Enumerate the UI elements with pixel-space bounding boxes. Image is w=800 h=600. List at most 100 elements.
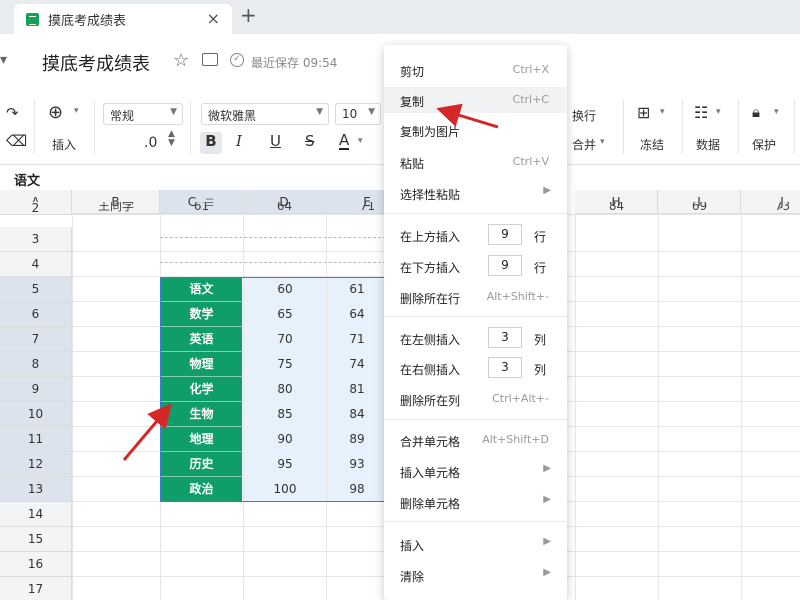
- row-header-6[interactable]: 6: [0, 302, 72, 327]
- menu-label: 删除所在列: [400, 394, 461, 408]
- document-title[interactable]: 摸底考成绩表: [42, 50, 150, 76]
- table-cell[interactable]: 69: [658, 202, 741, 215]
- lock-icon[interactable]: 🔒︎: [752, 103, 760, 121]
- protect-label[interactable]: 保护: [752, 136, 776, 153]
- menu-label: 删除所在行: [400, 292, 461, 306]
- data-label[interactable]: 数据: [696, 136, 720, 153]
- decimal-label[interactable]: .0: [144, 135, 157, 151]
- eraser-icon[interactable]: ⌫: [6, 132, 27, 150]
- table-cell[interactable]: 73: [741, 202, 800, 215]
- menu-item-insert-cell[interactable]: 插入单元格 ▶: [384, 458, 567, 484]
- redo-icon[interactable]: ↷: [6, 104, 19, 122]
- menu-item-insert-below[interactable]: 在下方插入 9 行: [384, 253, 567, 279]
- grid-line: [658, 214, 659, 600]
- chevron-down-icon: ▼: [316, 107, 323, 117]
- row-header-5[interactable]: 5: [0, 277, 72, 302]
- row-header-14[interactable]: 14: [0, 502, 72, 527]
- menu-label: 清除: [400, 570, 425, 584]
- number-format-select[interactable]: 常规 ▼: [103, 103, 183, 125]
- star-icon[interactable]: ☆: [173, 50, 189, 71]
- menu-item-insert-left[interactable]: 在左侧插入 3 列: [384, 325, 567, 351]
- protect-dropdown-icon[interactable]: ▾: [774, 107, 779, 117]
- chevron-down-icon: ▼: [170, 107, 177, 117]
- insert-plus-icon[interactable]: ⊕: [48, 102, 63, 123]
- row-header-3[interactable]: 3: [0, 227, 72, 252]
- row-header-4[interactable]: 4: [0, 252, 72, 277]
- merge-dropdown-icon[interactable]: ▾: [600, 137, 605, 147]
- save-status: 最近保存 09:54: [251, 56, 338, 70]
- submenu-arrow-icon: ▶: [543, 185, 551, 196]
- menu-item-paste[interactable]: 粘贴 Ctrl+V: [384, 149, 567, 175]
- close-tab-icon[interactable]: ×: [207, 9, 220, 28]
- menu-item-merge-cells[interactable]: 合并单元格 Alt+Shift+D: [384, 427, 567, 453]
- grid-line: [741, 214, 742, 600]
- menu-item-copy[interactable]: 复制 Ctrl+C: [384, 87, 567, 113]
- row-header-8[interactable]: 8: [0, 352, 72, 377]
- row-header-16[interactable]: 16: [0, 552, 72, 577]
- table-cell[interactable]: 84: [575, 202, 658, 215]
- menu-item-insert-right[interactable]: 在右侧插入 3 列: [384, 355, 567, 381]
- context-menu: 剪切 Ctrl+X 复制 Ctrl+C 复制为图片 粘贴 Ctrl+V 选择性粘…: [384, 45, 567, 600]
- number-format-value: 常规: [110, 109, 135, 123]
- decimal-stepper-icon[interactable]: ▲ ▼: [168, 130, 175, 148]
- freeze-dropdown-icon[interactable]: ▾: [660, 107, 665, 117]
- menu-label: 剪切: [400, 65, 425, 79]
- row-header-10[interactable]: 10: [0, 402, 72, 427]
- insert-label[interactable]: 插入: [52, 136, 76, 153]
- row-header-12[interactable]: 12: [0, 452, 72, 477]
- table-cell[interactable]: 64: [243, 202, 326, 215]
- table-cell[interactable]: 王同学: [72, 202, 160, 215]
- submenu-arrow-icon: ▶: [543, 494, 551, 505]
- menu-label: 删除单元格: [400, 497, 461, 511]
- selection-outline: [160, 277, 388, 502]
- row-header-15[interactable]: 15: [0, 527, 72, 552]
- move-to-folder-icon[interactable]: [202, 53, 218, 66]
- submenu-arrow-icon: ▶: [543, 463, 551, 474]
- data-dropdown-icon[interactable]: ▾: [716, 107, 721, 117]
- menu-item-insert-above[interactable]: 在上方插入 9 行: [384, 222, 567, 248]
- insert-left-count-input[interactable]: 3: [488, 327, 522, 348]
- menu-item-delete-row[interactable]: 删除所在行 Alt+Shift+-: [384, 284, 567, 310]
- font-family-value: 微软雅黑: [208, 109, 257, 123]
- menu-item-insert[interactable]: 插入 ▶: [384, 531, 567, 557]
- table-cell[interactable]: 61: [160, 202, 243, 215]
- insert-below-count-input[interactable]: 9: [488, 255, 522, 276]
- strikethrough-button[interactable]: S: [305, 132, 315, 150]
- font-color-button[interactable]: A: [339, 132, 350, 150]
- grid-line: [72, 214, 73, 600]
- insert-right-count-input[interactable]: 3: [488, 357, 522, 378]
- italic-button[interactable]: I: [236, 132, 242, 150]
- document-tab[interactable]: 摸底考成绩表 ×: [14, 4, 232, 34]
- font-color-dropdown-icon[interactable]: ▾: [358, 136, 363, 146]
- menu-shortcut: Ctrl+V: [512, 155, 549, 168]
- insert-above-count-input[interactable]: 9: [488, 224, 522, 245]
- menu-item-delete-cell[interactable]: 删除单元格 ▶: [384, 489, 567, 515]
- menu-unit: 行: [534, 261, 547, 275]
- underline-button[interactable]: U: [270, 132, 281, 150]
- font-size-select[interactable]: 10 ▼: [335, 103, 381, 125]
- menu-item-delete-column[interactable]: 删除所在列 Ctrl+Alt+-: [384, 386, 567, 412]
- menu-item-clear[interactable]: 清除 ▶: [384, 562, 567, 588]
- saved-check-icon: ✓: [230, 53, 244, 67]
- new-tab-icon[interactable]: +: [240, 3, 257, 27]
- wrap-label[interactable]: 换行: [572, 107, 596, 124]
- insert-dropdown-icon[interactable]: ▾: [74, 106, 79, 116]
- freeze-label[interactable]: 冻结: [640, 136, 664, 153]
- row-header-17[interactable]: 17: [0, 577, 72, 600]
- dropdown-arrow-icon[interactable]: ▾: [0, 52, 7, 68]
- bold-button[interactable]: B: [200, 132, 222, 154]
- menu-label: 在右侧插入: [400, 363, 461, 377]
- menu-item-copy-as-image[interactable]: 复制为图片: [384, 117, 567, 143]
- row-header-11[interactable]: 11: [0, 427, 72, 452]
- row-header-2[interactable]: 2: [0, 202, 72, 215]
- row-header-9[interactable]: 9: [0, 377, 72, 402]
- copy-marquee: [160, 262, 386, 263]
- menu-item-cut[interactable]: 剪切 Ctrl+X: [384, 57, 567, 83]
- freeze-icon[interactable]: ⊞: [637, 103, 650, 122]
- data-icon[interactable]: ☷: [694, 103, 708, 122]
- row-header-7[interactable]: 7: [0, 327, 72, 352]
- merge-label[interactable]: 合并: [572, 136, 596, 153]
- font-family-select[interactable]: 微软雅黑 ▼: [201, 103, 329, 125]
- row-header-13[interactable]: 13: [0, 477, 72, 502]
- menu-item-paste-special[interactable]: 选择性粘贴 ▶: [384, 180, 567, 206]
